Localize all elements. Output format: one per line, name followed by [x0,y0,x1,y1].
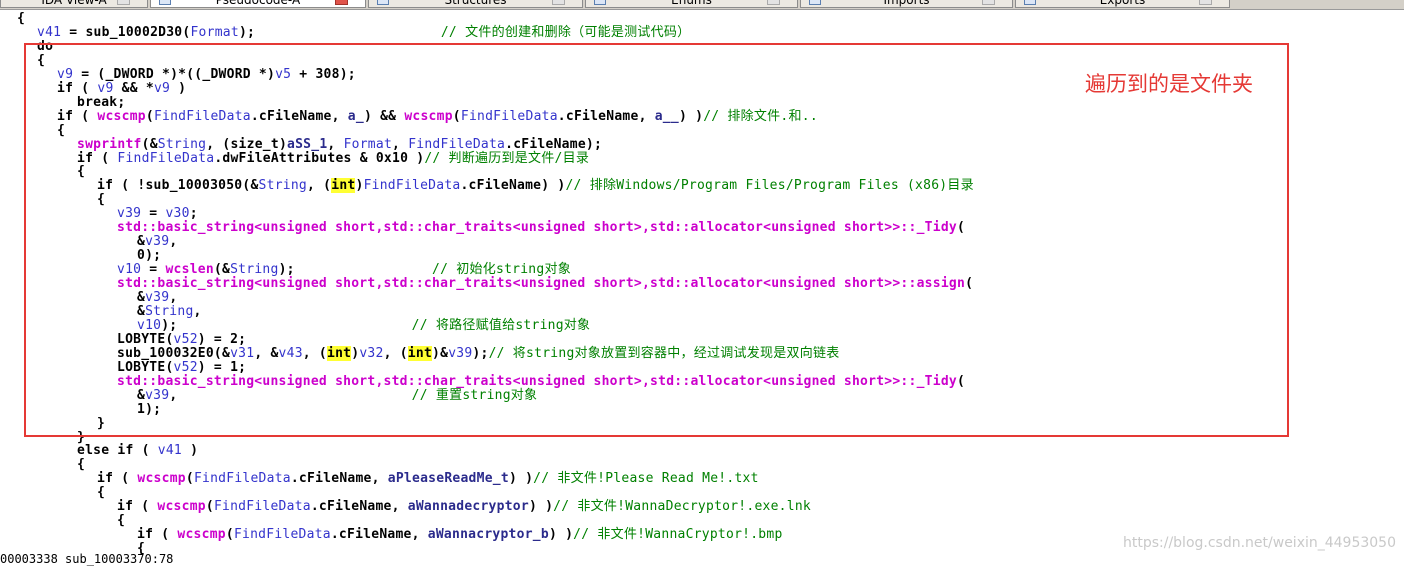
close-tab-icon[interactable] [982,0,995,5]
code-token: { [17,11,26,26]
tab-bar: IDA View-A Pseudocode-A Structures Enums Imp… [0,0,1404,10]
code-token: wcscmp [177,527,226,543]
code-token: else if ( [77,443,158,459]
address-status: 00003338 sub_10003370:78 [0,552,174,566]
code-token: // 非文件!WannaCryptor!.bmp [573,527,783,543]
code-token: ( [225,527,234,543]
close-tab-icon[interactable] [767,0,780,5]
tab-structures[interactable]: Structures [368,0,583,8]
close-tab-icon[interactable] [117,0,130,5]
code-line[interactable]: v41 = sub_10002D30(Format); // 文件的创建和删除（… [37,24,691,40]
tab-label: Exports [1099,0,1146,7]
code-token: ( [205,499,214,515]
tab-label: Imports [883,0,930,7]
tab-label: Structures [444,0,507,7]
watermark: https://blog.csdn.net/weixin_44953050 [1122,535,1396,551]
code-token: aPleaseReadMe_t [387,471,509,487]
code-token: { [77,457,86,473]
code-line[interactable]: { [117,514,125,528]
tab-enums[interactable]: Enums [585,0,798,8]
code-token: Format [190,24,239,40]
code-token: ( [185,471,194,487]
close-tab-icon[interactable] [552,0,565,5]
tab-ida-view-a[interactable]: IDA View-A [0,0,148,8]
code-line[interactable]: if ( wcscmp(FindFileData.cFileName, aPle… [97,472,759,486]
code-line[interactable]: if ( wcscmp(FindFileData.cFileName, aWan… [137,528,783,542]
code-token: ) ) [528,499,554,515]
code-token: ) [182,443,199,459]
code-token: FindFileData [233,527,331,543]
code-token: FindFileData [213,499,311,515]
code-token: .cFileName, [310,499,408,515]
code-token: if ( [137,527,178,543]
tab-imports[interactable]: Imports [800,0,1013,8]
code-token: v41 [37,24,62,40]
tab-label: Enums [671,0,712,7]
code-token: = [61,24,86,40]
close-tab-icon[interactable] [335,0,348,5]
code-token: .cFileName, [330,527,428,543]
tab-pseudocode-a[interactable]: Pseudocode-A [150,0,366,8]
code-token: ) ) [548,527,574,543]
code-token: if ( [117,499,158,515]
code-token: if ( [97,471,138,487]
code-token: aWannacryptor_b [427,527,549,543]
code-token: // 非文件!WannaDecryptor!.exe.lnk [553,499,811,515]
code-token: { [97,485,106,501]
annotation-highlight-box [24,43,1289,437]
code-token: v41 [157,443,183,459]
code-token: sub_10002D30 [85,24,183,40]
code-line[interactable]: else if ( v41 ) [77,444,198,458]
code-line[interactable]: if ( wcscmp(FindFileData.cFileName, aWan… [117,500,811,514]
code-token: wcscmp [157,499,206,515]
code-token: .cFileName, [290,471,388,487]
code-token: ) ) [508,471,534,487]
tab-label: Pseudocode-A [215,0,301,7]
code-token: { [117,513,126,529]
annotation-label: 遍历到的是文件夹 [1085,72,1253,96]
code-token: FindFileData [193,471,291,487]
code-line[interactable]: { [77,458,85,472]
code-token: // 非文件!Please Read Me!.txt [533,471,759,487]
code-token: ); [238,24,256,40]
code-line[interactable]: { [17,12,25,26]
code-line[interactable]: { [97,486,105,500]
code-token: aWannadecryptor [407,499,529,515]
close-tab-icon[interactable] [1199,0,1212,5]
code-token: wcscmp [137,471,186,487]
code-token: // 文件的创建和删除（可能是测试代码） [255,24,691,40]
tab-exports[interactable]: Exports [1015,0,1230,8]
